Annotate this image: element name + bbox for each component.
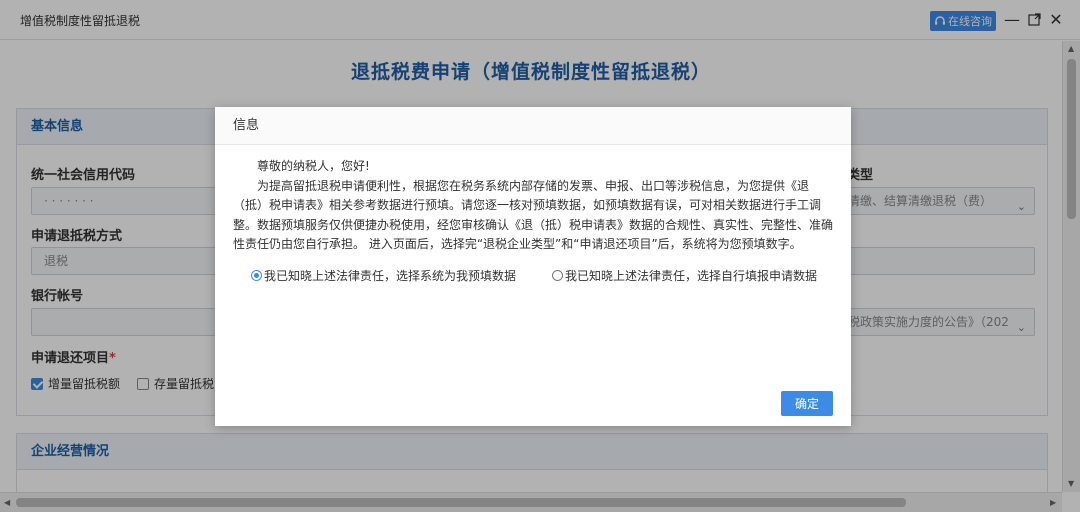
- radio-unselected-icon: [552, 270, 563, 281]
- option-manual-fill[interactable]: 我已知晓上述法律责任，选择自行填报申请数据: [552, 267, 817, 284]
- info-dialog: 信息 尊敬的纳税人，您好! 为提高留抵退税申请便利性，根据您在税务系统内部存储的…: [215, 107, 851, 426]
- dialog-body-text: 为提高留抵退税申请便利性，根据您在税务系统内部存储的发票、申报、出口等涉税信息，…: [233, 178, 834, 252]
- radio-selected-icon: [251, 270, 262, 281]
- dialog-message: 尊敬的纳税人，您好! 为提高留抵退税申请便利性，根据您在税务系统内部存储的发票、…: [233, 157, 835, 255]
- dialog-greeting: 尊敬的纳税人，您好!: [257, 159, 370, 173]
- option-system-prefill[interactable]: 我已知晓上述法律责任，选择系统为我预填数据: [251, 267, 516, 284]
- dialog-title: 信息: [215, 107, 851, 145]
- confirm-button[interactable]: 确定: [781, 391, 833, 416]
